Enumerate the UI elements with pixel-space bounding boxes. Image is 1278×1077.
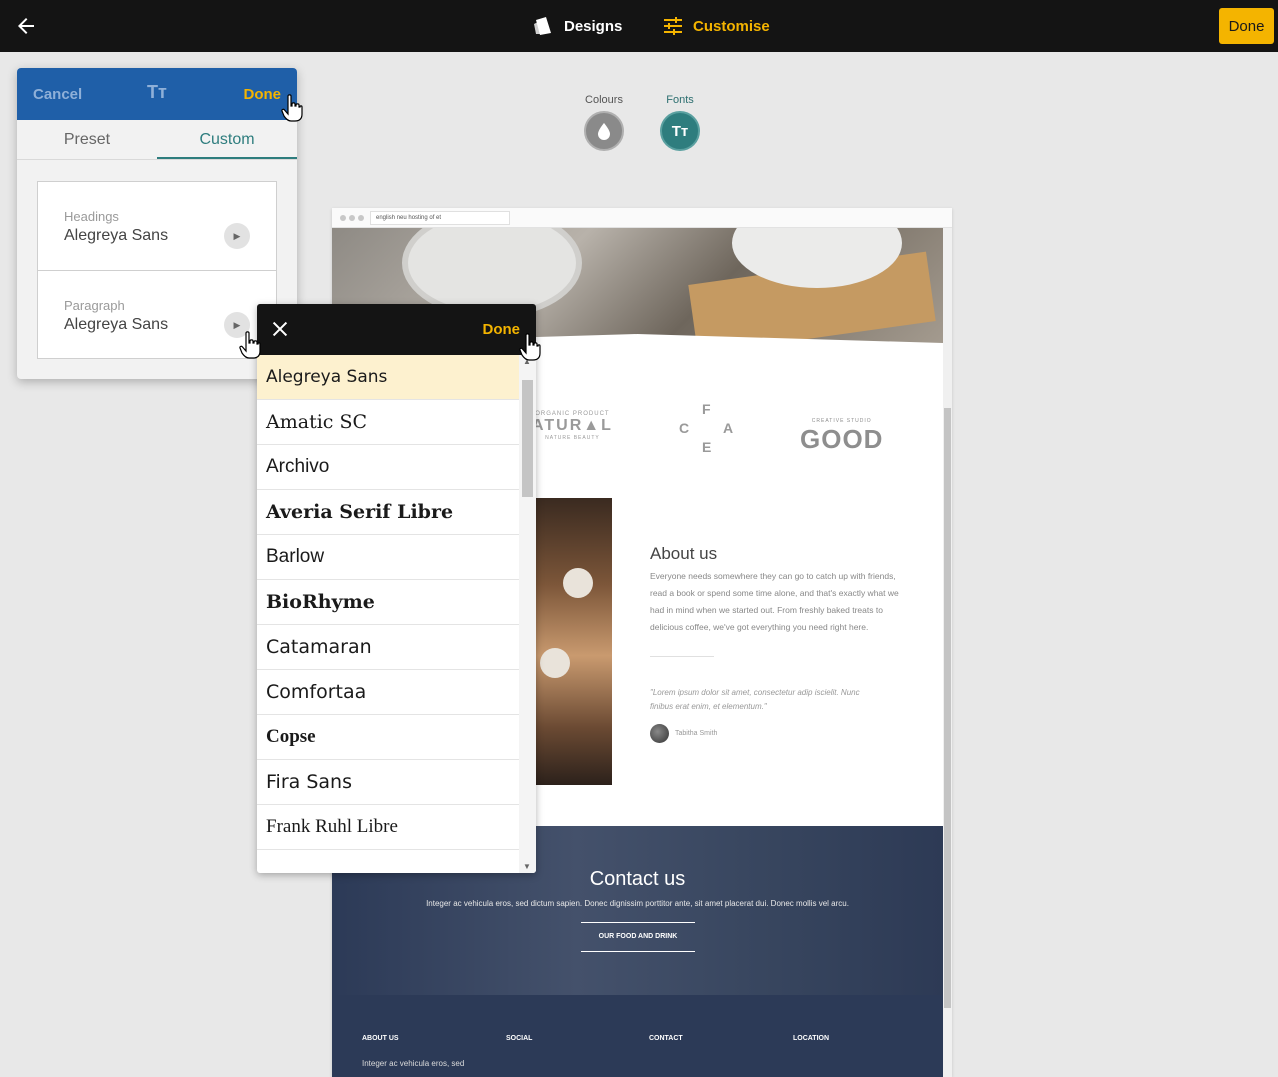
cancel-button[interactable]: Cancel xyxy=(33,86,82,103)
fonts-label: Fonts xyxy=(666,94,694,106)
font-list-header: Done xyxy=(257,304,536,355)
food-drink-button[interactable]: OUR FOOD AND DRINK xyxy=(581,922,695,952)
font-option[interactable]: BioRhyme xyxy=(257,580,519,625)
author-name: Tabitha Smith xyxy=(675,730,718,737)
back-arrow-icon[interactable] xyxy=(14,14,38,38)
font-option[interactable]: Frank Ruhl Libre xyxy=(257,805,519,850)
font-option[interactable]: Barlow xyxy=(257,535,519,580)
nav-designs[interactable]: Designs xyxy=(532,15,622,37)
designs-icon xyxy=(534,17,551,35)
hand-cursor-icon xyxy=(281,94,303,122)
logo-cafe: F C A E xyxy=(679,401,734,455)
hand-cursor-icon xyxy=(239,331,261,359)
font-panel-done-button[interactable]: Done xyxy=(244,86,282,103)
font-option[interactable]: Alegreya Sans xyxy=(257,355,519,400)
text-size-icon: Tт xyxy=(147,82,167,102)
font-list-scrollbar-thumb[interactable] xyxy=(522,380,533,497)
font-option[interactable]: Averia Serif Libre xyxy=(257,490,519,535)
font-panel-header: Cancel Tт Done xyxy=(17,68,297,120)
paragraph-font-value: Alegreya Sans xyxy=(64,316,169,333)
font-list-panel: Done Alegreya Sans Amatic SC Archivo Averia… xyxy=(257,304,536,873)
footer-about-text: Integer ac vehicula eros, sed xyxy=(362,1059,465,1068)
footer-social: SOCIAL xyxy=(506,1035,533,1042)
font-option[interactable]: Copse xyxy=(257,715,519,760)
done-button[interactable]: Done xyxy=(1219,8,1274,44)
tab-custom[interactable]: Custom xyxy=(157,120,297,159)
about-title: About us xyxy=(650,544,718,563)
preview-scrollbar-thumb[interactable] xyxy=(944,408,951,1008)
font-option[interactable]: Archivo xyxy=(257,445,519,490)
colours-picker[interactable]: Colours xyxy=(574,94,634,151)
preview-url: english neu hosting of et xyxy=(370,211,510,225)
footer: ABOUT US SOCIAL CONTACT LOCATION Integer… xyxy=(332,995,943,1077)
chevron-right-icon[interactable]: ▶ xyxy=(224,223,250,249)
font-list-done-button[interactable]: Done xyxy=(483,321,521,338)
colours-button[interactable] xyxy=(584,111,624,151)
font-panel-tabs: Preset Custom xyxy=(17,120,297,160)
preview-browser-bar: english neu hosting of et xyxy=(332,208,952,228)
testimonial-author: Tabitha Smith xyxy=(650,724,717,743)
headings-font-row[interactable]: Headings Alegreya Sans ▶ xyxy=(38,182,276,271)
preview-scrollbar[interactable] xyxy=(943,228,952,1077)
headings-label: Headings xyxy=(64,209,119,224)
font-option[interactable]: Fira Sans xyxy=(257,760,519,805)
testimonial-quote: "Lorem ipsum dolor sit amet, consectetur… xyxy=(650,688,860,711)
text-size-icon: Tт xyxy=(671,122,689,140)
hand-cursor-icon xyxy=(519,333,541,361)
font-list: Alegreya Sans Amatic SC Archivo Averia Seri… xyxy=(257,355,519,873)
paragraph-label: Paragraph xyxy=(64,298,125,313)
coffee-table-image xyxy=(535,498,612,785)
scroll-down-icon[interactable]: ▼ xyxy=(523,862,531,871)
font-option[interactable]: Amatic SC xyxy=(257,400,519,445)
headings-font-value: Alegreya Sans xyxy=(64,227,169,244)
footer-location: LOCATION xyxy=(793,1035,830,1042)
colours-label: Colours xyxy=(585,94,623,106)
top-bar: Designs Customise Done xyxy=(0,0,1278,52)
about-text: Everyone needs somewhere they can go to … xyxy=(650,571,899,632)
close-icon[interactable] xyxy=(269,318,291,340)
font-list-scrollbar[interactable]: ▲ ▼ xyxy=(519,355,536,873)
avatar xyxy=(650,724,669,743)
font-option[interactable]: Catamaran xyxy=(257,625,519,670)
fonts-picker[interactable]: Fonts Tт xyxy=(650,94,710,151)
window-dots-icon xyxy=(340,215,364,221)
tab-preset[interactable]: Preset xyxy=(17,120,157,159)
fonts-button[interactable]: Tт xyxy=(660,111,700,151)
footer-contact: CONTACT xyxy=(649,1035,683,1042)
nav-designs-label: Designs xyxy=(564,17,623,35)
nav-customise[interactable]: Customise xyxy=(663,15,770,37)
font-option[interactable]: Comfortaa xyxy=(257,670,519,715)
logo-natural: ORGANIC PRODUCT ATUR▲L NATURE BEAUTY xyxy=(532,411,613,441)
logo-good: CREATIVE STUDIO GOOD xyxy=(800,418,884,454)
droplet-icon xyxy=(598,123,610,140)
sliders-icon xyxy=(664,17,682,35)
contact-text: Integer ac vehicula eros, sed dictum sap… xyxy=(426,899,849,908)
nav-customise-label: Customise xyxy=(693,17,770,35)
about-divider xyxy=(650,656,714,657)
footer-about: ABOUT US xyxy=(362,1035,399,1042)
